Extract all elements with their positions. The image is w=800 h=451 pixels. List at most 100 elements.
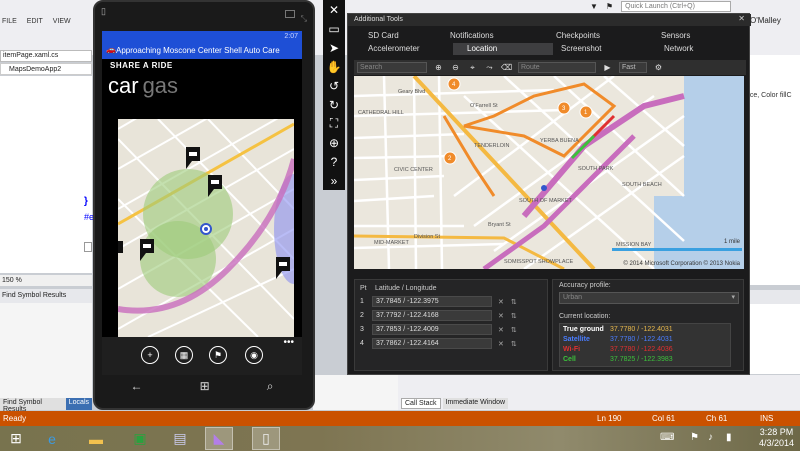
flag-icon[interactable]: ⚑ bbox=[690, 432, 699, 443]
phone-map[interactable] bbox=[118, 119, 294, 337]
close-icon[interactable]: ✕ bbox=[324, 0, 344, 19]
tools-close-icon[interactable]: ✕ bbox=[738, 14, 745, 23]
volume-icon[interactable]: ♪ bbox=[708, 432, 713, 443]
emulator-icon[interactable]: ▯ bbox=[252, 427, 280, 450]
toast-notification[interactable]: 2:07 🚗 Approaching Moscone Center Shell … bbox=[102, 31, 302, 59]
flag-button[interactable]: ⚑ bbox=[209, 346, 227, 364]
notification-flag-icon[interactable]: ⚑ bbox=[606, 2, 613, 11]
drag-point-icon[interactable]: ⇅ bbox=[511, 298, 517, 306]
drag-point-icon[interactable]: ⇅ bbox=[511, 326, 517, 334]
point-row[interactable]: 2 37.7792 / -122.4168 ✕ ⇅ bbox=[360, 310, 545, 321]
tab-screenshot[interactable]: Screenshot bbox=[561, 43, 601, 55]
help-icon[interactable]: ? bbox=[324, 152, 344, 171]
tab-checkpoints[interactable]: Checkpoints bbox=[556, 30, 600, 42]
hand-icon[interactable]: ✋ bbox=[324, 57, 344, 76]
minimize-icon[interactable]: ▭ bbox=[324, 19, 344, 38]
network-icon[interactable]: ▮ bbox=[726, 432, 732, 443]
location-row: Satellite 37.7780 / -122.4031 bbox=[563, 336, 673, 343]
zoom-icon[interactable]: ⊕ bbox=[324, 133, 344, 152]
delete-point-icon[interactable]: ✕ bbox=[498, 298, 504, 306]
start-icon[interactable]: ⊞ bbox=[2, 427, 30, 450]
location-row: Cell 37.7825 / -122.3983 bbox=[563, 356, 673, 363]
clear-points-icon[interactable]: ⌫ bbox=[501, 62, 512, 73]
menu-view[interactable]: VIEW bbox=[53, 18, 71, 25]
quick-launch-input[interactable]: Quick Launch (Ctrl+Q) bbox=[621, 0, 732, 12]
pin-mode-icon[interactable]: ⌖ bbox=[467, 62, 478, 73]
zoom-out-icon[interactable]: ⊖ bbox=[450, 62, 461, 73]
zoom-in-button[interactable]: + bbox=[141, 346, 159, 364]
map-copyright: © 2014 Microsoft Corporation © 2013 Noki… bbox=[623, 261, 740, 267]
route-select[interactable]: Route bbox=[518, 62, 596, 73]
delete-point-icon[interactable]: ✕ bbox=[498, 312, 504, 320]
play-icon[interactable]: ▶ bbox=[602, 62, 613, 73]
point-value[interactable]: 37.7853 / -122.4009 bbox=[372, 324, 492, 335]
accuracy-select[interactable]: Urban bbox=[559, 292, 739, 304]
tab-immediate-window[interactable]: Immediate Window bbox=[442, 398, 509, 409]
file-explorer-icon[interactable]: ▬ bbox=[82, 427, 110, 450]
phone-hardware-buttons: ← ⊞ ⌕ bbox=[102, 375, 302, 397]
map-search-input[interactable]: Search bbox=[357, 62, 427, 73]
tab-find-symbol-results[interactable]: Find Symbol Results bbox=[0, 398, 66, 413]
settings-icon[interactable]: ⚙ bbox=[653, 62, 664, 73]
rotate-left-icon[interactable]: ↺ bbox=[324, 76, 344, 95]
zoom-level[interactable]: 150 % bbox=[0, 275, 92, 286]
tab-locals[interactable]: Locals bbox=[65, 398, 92, 410]
app-bar-more[interactable]: ••• bbox=[283, 337, 294, 348]
pivot-car[interactable]: car bbox=[108, 73, 139, 98]
locate-button[interactable]: ◉ bbox=[245, 346, 263, 364]
expand-icon[interactable]: ⤡ bbox=[301, 14, 307, 24]
zoom-in-icon[interactable]: ⊕ bbox=[433, 62, 444, 73]
search-icon[interactable]: ⌕ bbox=[267, 379, 274, 394]
point-value[interactable]: 37.7862 / -122.4164 bbox=[372, 338, 492, 349]
code-editor[interactable]: } #e bbox=[0, 76, 94, 273]
filter-icon[interactable]: ▼ bbox=[590, 2, 598, 11]
points-header-pt: Pt bbox=[360, 285, 367, 292]
map-label: SOUTH BEACH bbox=[622, 182, 662, 188]
speed-select[interactable]: Fast bbox=[619, 62, 647, 73]
tab-accelerometer[interactable]: Accelerometer bbox=[368, 43, 420, 55]
user-name[interactable]: O'Malley bbox=[750, 16, 781, 25]
apps-button[interactable]: ▦ bbox=[175, 346, 193, 364]
app-icon[interactable]: ▤ bbox=[166, 427, 194, 450]
menu-edit[interactable]: EDIT bbox=[27, 18, 43, 25]
point-value[interactable]: 37.7845 / -122.3975 bbox=[372, 296, 492, 307]
store-icon[interactable]: ▣ bbox=[126, 427, 154, 450]
tab-notifications[interactable]: Notifications bbox=[450, 30, 494, 42]
route-mode-icon[interactable]: ⤳ bbox=[484, 62, 495, 73]
delete-point-icon[interactable]: ✕ bbox=[498, 326, 504, 334]
pivot-gas[interactable]: gas bbox=[143, 73, 178, 98]
location-map[interactable]: 4312 Geary Blvd O'Farrell St TENDERLOIN … bbox=[354, 76, 744, 269]
editor-tab[interactable]: itemPage.xaml.cs bbox=[0, 50, 92, 62]
keyboard-icon[interactable]: ⌨ bbox=[660, 432, 674, 443]
visual-studio-icon[interactable]: ◣ bbox=[205, 427, 233, 450]
system-clock[interactable]: 3:28 PM 4/3/2014 bbox=[759, 427, 794, 449]
drag-point-icon[interactable]: ⇅ bbox=[511, 340, 517, 348]
point-value[interactable]: 37.7792 / -122.4168 bbox=[372, 310, 492, 321]
delete-point-icon[interactable]: ✕ bbox=[498, 340, 504, 348]
map-scale: 1 mile bbox=[723, 239, 740, 245]
points-list: Pt Latitude / Longitude 1 37.7845 / -122… bbox=[354, 279, 548, 371]
find-results-body bbox=[0, 303, 92, 398]
point-row[interactable]: 3 37.7853 / -122.4009 ✕ ⇅ bbox=[360, 324, 545, 335]
tab-call-stack[interactable]: Call Stack bbox=[401, 398, 441, 409]
drag-point-icon[interactable]: ⇅ bbox=[511, 312, 517, 320]
windows-start-icon[interactable]: ⊞ bbox=[200, 379, 210, 393]
tab-network[interactable]: Network bbox=[664, 43, 693, 55]
additional-tools-icon[interactable]: » bbox=[324, 171, 344, 190]
chevron-down-icon[interactable]: ▾ bbox=[731, 293, 735, 301]
back-icon[interactable]: ← bbox=[131, 379, 143, 393]
internet-explorer-icon[interactable]: e bbox=[38, 427, 66, 450]
project-dropdown[interactable]: MapsDemoApp2 bbox=[0, 63, 92, 75]
code-editor-right[interactable] bbox=[745, 55, 800, 285]
point-row[interactable]: 1 37.7845 / -122.3975 ✕ ⇅ bbox=[360, 296, 545, 307]
menu-file[interactable]: FILE bbox=[2, 18, 17, 25]
point-row[interactable]: 4 37.7862 / -122.4164 ✕ ⇅ bbox=[360, 338, 545, 349]
rotate-right-icon[interactable]: ↻ bbox=[324, 95, 344, 114]
pointer-icon[interactable]: ➤ bbox=[324, 38, 344, 57]
tab-sensors[interactable]: Sensors bbox=[661, 30, 690, 42]
fit-screen-icon[interactable]: ⛶ bbox=[324, 114, 344, 133]
status-line: Ln 190 bbox=[597, 414, 622, 423]
tools-title: Additional Tools bbox=[348, 14, 751, 26]
tab-location[interactable]: Location bbox=[453, 43, 553, 55]
tab-sd-card[interactable]: SD Card bbox=[368, 30, 399, 42]
